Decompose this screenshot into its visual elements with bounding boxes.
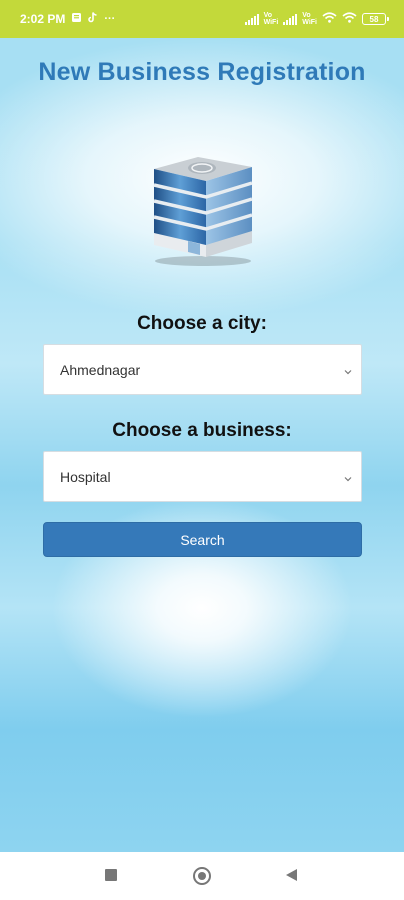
volte-icon: Vo WiFi bbox=[302, 12, 317, 26]
city-label: Choose a city: bbox=[137, 313, 267, 334]
business-select-value: Hospital bbox=[60, 468, 111, 485]
chevron-down-icon bbox=[343, 364, 353, 375]
tiktok-icon bbox=[88, 12, 98, 26]
building-icon bbox=[148, 153, 258, 268]
navigation-bar bbox=[0, 852, 404, 900]
volte-icon: Vo WiFi bbox=[263, 12, 279, 26]
wifi-icon bbox=[322, 12, 337, 26]
battery-icon: 58 bbox=[362, 13, 389, 25]
more-dots-icon: ··· bbox=[104, 12, 116, 25]
signal-icon bbox=[244, 13, 259, 25]
wifi-icon bbox=[342, 12, 357, 26]
city-select[interactable]: Ahmednagar bbox=[43, 344, 362, 395]
business-label: Choose a business: bbox=[112, 420, 292, 441]
city-select-value: Ahmednagar bbox=[60, 361, 141, 378]
status-bar: 2:02 PM ··· Vo WiFi Vo WiFi 58 bbox=[0, 0, 404, 38]
signal-icon bbox=[283, 13, 298, 25]
chevron-down-icon bbox=[343, 471, 353, 482]
app-content: New Business Registration Choose a city:… bbox=[0, 38, 404, 852]
status-time: 2:02 PM bbox=[20, 12, 66, 26]
notification-icon bbox=[71, 12, 82, 26]
business-select[interactable]: Hospital bbox=[43, 451, 362, 502]
status-right: Vo WiFi Vo WiFi 58 bbox=[244, 12, 389, 26]
battery-level: 58 bbox=[369, 14, 379, 24]
search-button[interactable]: Search bbox=[43, 522, 362, 557]
status-left: 2:02 PM ··· bbox=[20, 12, 115, 26]
page-title: New Business Registration bbox=[38, 58, 366, 86]
home-button[interactable] bbox=[193, 867, 211, 885]
recents-button[interactable] bbox=[105, 869, 117, 881]
back-button[interactable] bbox=[286, 869, 297, 881]
